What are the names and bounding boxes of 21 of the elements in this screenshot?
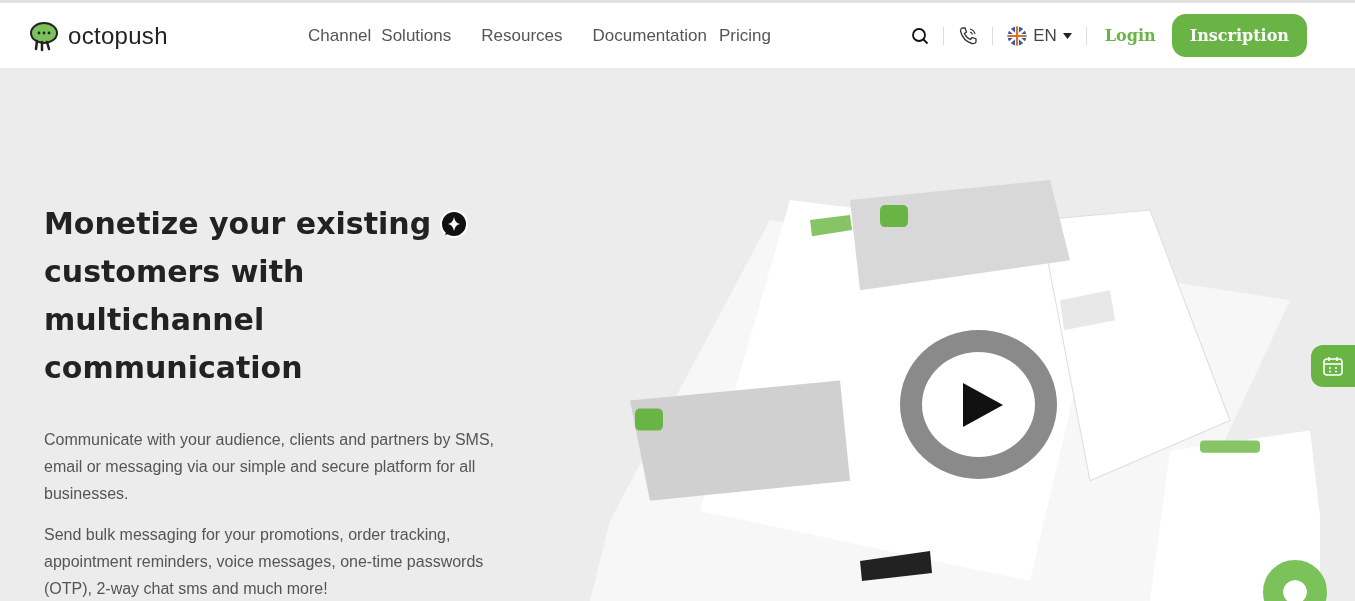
hero-heading: Monetize your existing <box>44 205 432 243</box>
logo-text[interactable]: octopush <box>68 21 168 50</box>
caret-icon <box>1062 32 1072 39</box>
octopus-logo-icon[interactable] <box>28 19 60 52</box>
hero-heading: customers with <box>44 253 305 291</box>
nav-link[interactable]: Documentation <box>592 25 707 46</box>
hero-heading: communication <box>44 349 303 387</box>
hero-heading: multichannel <box>44 301 265 339</box>
play-icon <box>962 382 1003 427</box>
nav-link[interactable]: Solutions <box>381 25 452 46</box>
nav-link[interactable]: Channel <box>308 25 372 46</box>
search-icon[interactable] <box>911 26 930 45</box>
nav-link[interactable]: Pricing <box>718 25 771 46</box>
language-selector[interactable]: EN <box>1007 25 1072 46</box>
hero-paragraph: Send bulk messaging for your promotions, order tracking, appointment reminders, voice messages, one-time passwords (OTP), 2-way chat sms and much more! <box>44 525 485 599</box>
phone-icon[interactable] <box>958 25 979 46</box>
sparkle-chat-icon <box>439 209 470 239</box>
hero-paragraph: Communicate with your audience, clients and partners by SMS, email or messaging via our simple and secure platform for all businesses. <box>44 430 495 504</box>
nav-link[interactable]: Resources <box>481 25 563 46</box>
calendar-icon <box>1322 355 1344 377</box>
flag-icon <box>1007 25 1028 46</box>
